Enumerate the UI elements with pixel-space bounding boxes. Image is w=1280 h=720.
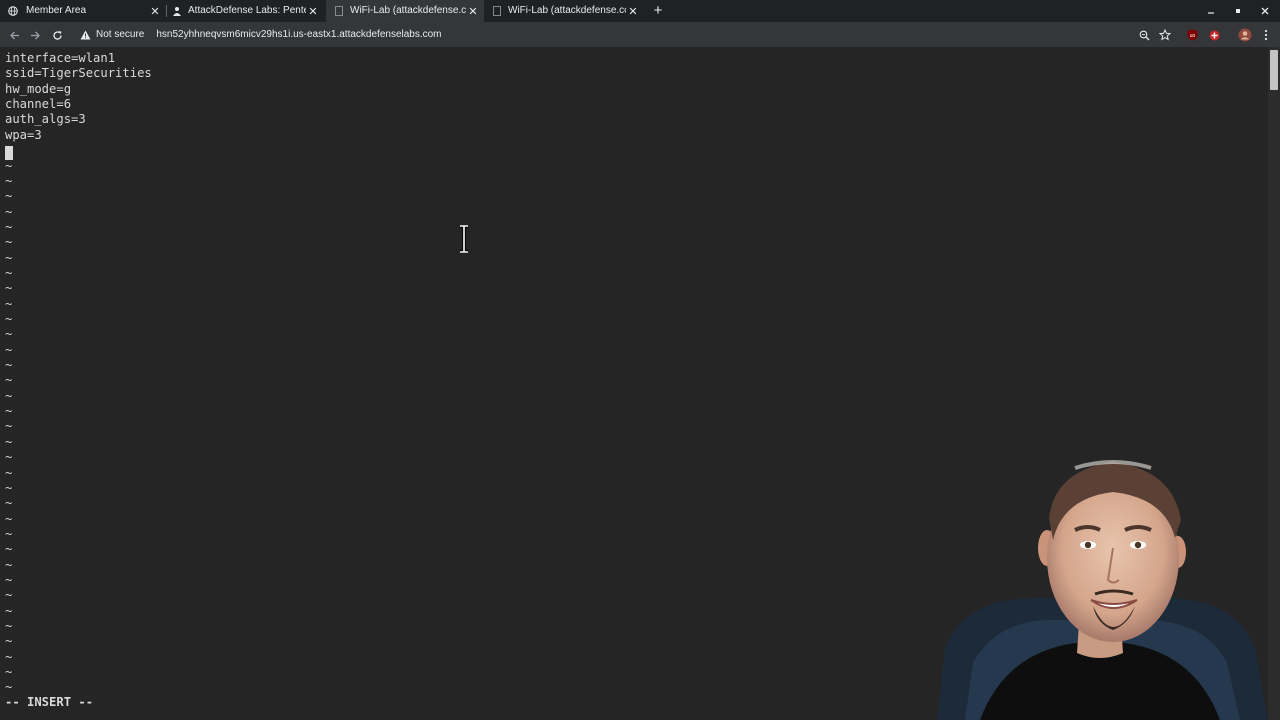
close-window-button[interactable] <box>1252 0 1278 22</box>
close-icon[interactable]: ✕ <box>148 4 162 18</box>
security-label[interactable]: Not secure <box>96 29 144 40</box>
url-text[interactable]: hsn52yhhneqvsm6micv29hs1i.us-eastx1.atta… <box>156 29 441 40</box>
warning-icon[interactable] <box>78 28 92 42</box>
tab-title: AttackDefense Labs: Pente <box>188 5 306 16</box>
empty-line-marker: ~ <box>5 404 13 419</box>
tab-title: WiFi-Lab (attackdefense.co <box>350 5 466 16</box>
minimize-icon <box>1208 12 1214 14</box>
empty-line-marker: ~ <box>5 680 13 695</box>
empty-line-marker: ~ <box>5 619 13 633</box>
tab-title: WiFi-Lab (attackdefense.co <box>508 5 626 16</box>
avatar-icon <box>1238 28 1252 42</box>
address-bar[interactable]: Not secure hsn52yhhneqvsm6micv29hs1i.us-… <box>74 24 1160 45</box>
empty-line-marker: ~ <box>5 603 13 618</box>
tab-member-area[interactable]: Member Area ✕ <box>8 0 166 22</box>
bookmark-button[interactable] <box>1157 27 1173 43</box>
empty-line-marker: ~ <box>5 526 13 541</box>
forward-arrow-icon <box>30 31 40 39</box>
kebab-menu-icon <box>1264 29 1268 41</box>
menu-button[interactable] <box>1258 27 1274 43</box>
empty-line-marker: ~ <box>5 496 13 511</box>
editor-line[interactable]: interface=wlan1 <box>5 51 115 66</box>
editor-line[interactable]: hw_mode=g <box>5 82 71 97</box>
zoom-button[interactable] <box>1136 27 1152 43</box>
empty-line-marker: ~ <box>5 373 13 388</box>
editor-line[interactable]: auth_algs=3 <box>5 112 86 127</box>
maximize-button[interactable] <box>1225 0 1251 22</box>
globe-icon <box>8 6 18 16</box>
empty-line-marker: ~ <box>5 204 13 219</box>
red-plus-icon <box>1209 30 1219 40</box>
ublock-extension-button[interactable]: uo <box>1184 27 1200 43</box>
back-button[interactable] <box>6 27 22 43</box>
empty-line-marker: ~ <box>5 388 13 403</box>
empty-line-marker: ~ <box>5 588 13 603</box>
scrollbar-track[interactable] <box>1268 47 1280 720</box>
empty-line-marker: ~ <box>5 450 13 465</box>
empty-line-marker: ~ <box>5 572 13 587</box>
empty-line-marker: ~ <box>5 219 13 234</box>
webcam-overlay-image <box>937 460 1268 720</box>
editor-line[interactable]: channel=6 <box>5 97 71 112</box>
forward-button[interactable] <box>27 27 43 43</box>
tab-title: Member Area <box>26 5 87 16</box>
empty-line-marker: ~ <box>5 557 13 572</box>
empty-line-marker: ~ <box>5 158 13 173</box>
zoom-icon <box>1139 30 1149 40</box>
empty-line-marker: ~ <box>5 327 13 342</box>
empty-line-marker: ~ <box>5 511 13 526</box>
svg-text:uo: uo <box>1189 33 1195 39</box>
browser-toolbar: Not secure hsn52yhhneqvsm6micv29hs1i.us-… <box>0 22 1280 47</box>
empty-line-marker: ~ <box>5 480 13 495</box>
text-cursor-pointer-icon <box>460 225 468 253</box>
empty-line-marker: ~ <box>5 419 13 434</box>
tab-attackdefense-labs[interactable]: AttackDefense Labs: Pente ✕ <box>168 0 324 22</box>
new-tab-button[interactable]: + <box>650 3 666 19</box>
star-icon <box>1159 29 1171 41</box>
empty-line-marker: ~ <box>5 250 13 265</box>
empty-line-marker: ~ <box>5 358 13 373</box>
tab-strip: Member Area ✕ AttackDefense Labs: Pente … <box>0 0 1280 22</box>
reload-button[interactable] <box>49 27 65 43</box>
scrollbar-thumb[interactable] <box>1270 50 1278 90</box>
empty-line-marker: ~ <box>5 465 13 480</box>
profile-button[interactable] <box>1237 27 1253 43</box>
page-icon <box>492 6 502 16</box>
empty-line-marker: ~ <box>5 173 13 188</box>
empty-line-marker: ~ <box>5 542 13 557</box>
empty-line-marker: ~ <box>5 312 13 326</box>
close-icon[interactable]: ✕ <box>466 4 480 18</box>
vim-mode-indicator: -- INSERT -- <box>5 695 94 709</box>
empty-line-marker: ~ <box>5 296 13 311</box>
person-icon <box>172 6 182 16</box>
close-icon[interactable]: ✕ <box>626 4 640 18</box>
empty-line-marker: ~ <box>5 434 13 449</box>
empty-line-marker: ~ <box>5 634 13 649</box>
tab-wifi-lab[interactable]: WiFi-Lab (attackdefense.co ✕ <box>486 0 644 22</box>
empty-line-marker: ~ <box>5 649 13 664</box>
empty-line-marker: ~ <box>5 665 13 680</box>
back-arrow-icon <box>9 31 19 39</box>
empty-line-marker: ~ <box>5 189 13 204</box>
editor-line[interactable]: ssid=TigerSecurities <box>5 66 152 81</box>
tab-wifi-lab-active[interactable]: WiFi-Lab (attackdefense.co ✕ <box>326 0 484 22</box>
ublock-shield-icon: uo <box>1187 29 1197 41</box>
empty-line-marker: ~ <box>5 235 13 250</box>
page-icon <box>334 6 344 16</box>
reload-icon <box>52 30 62 40</box>
editor-line[interactable]: wpa=3 <box>5 128 42 143</box>
empty-line-marker: ~ <box>5 281 13 296</box>
extension-button[interactable] <box>1206 27 1222 43</box>
minimize-button[interactable] <box>1198 0 1224 22</box>
close-icon <box>1261 7 1269 15</box>
close-icon[interactable]: ✕ <box>306 4 320 18</box>
empty-line-marker: ~ <box>5 342 13 357</box>
maximize-icon <box>1236 9 1240 13</box>
empty-line-marker: ~ <box>5 265 13 280</box>
tab-separator <box>166 5 167 17</box>
